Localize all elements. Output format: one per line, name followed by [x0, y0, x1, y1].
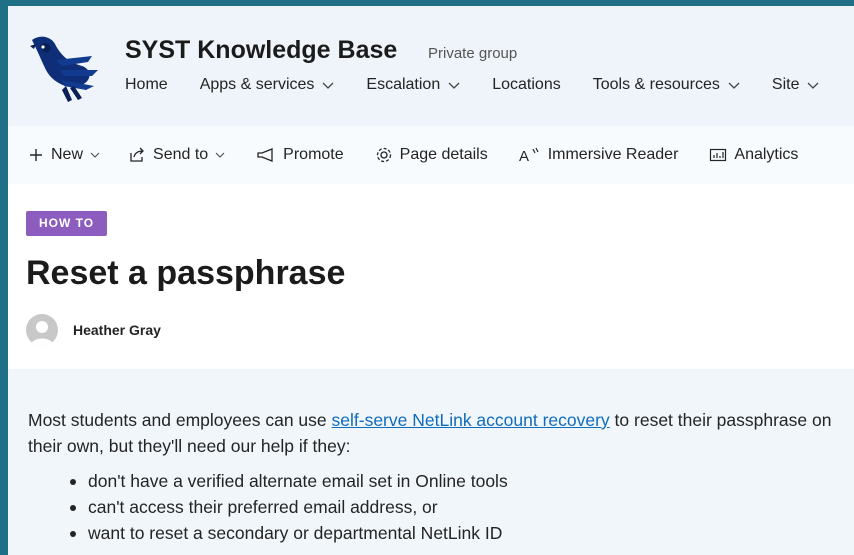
chevron-down-icon — [90, 152, 100, 158]
account-recovery-link[interactable]: self-serve NetLink account recovery — [332, 410, 610, 430]
avatar[interactable] — [26, 314, 58, 346]
sharepoint-page: SYST Knowledge Base Private group Home A… — [8, 6, 854, 555]
send-to-label: Send to — [153, 146, 209, 163]
chevron-down-icon — [322, 82, 334, 89]
site-title[interactable]: SYST Knowledge Base — [125, 36, 397, 65]
nav-item-tools-resources[interactable]: Tools & resources — [593, 76, 740, 94]
page-title: Reset a passphrase — [26, 254, 346, 292]
share-icon — [130, 147, 144, 162]
plus-icon — [30, 149, 42, 161]
promote-label: Promote — [283, 146, 344, 163]
author-byline[interactable]: Heather Gray — [26, 314, 161, 346]
nav-item-label: Apps & services — [199, 76, 315, 93]
immersive-reader-icon: A — [519, 147, 539, 163]
chevron-down-icon — [215, 152, 225, 158]
megaphone-icon — [257, 148, 273, 162]
intro-text-start: Most students and employees can use — [28, 410, 332, 430]
page-details-label: Page details — [399, 146, 488, 163]
chart-icon — [710, 148, 727, 162]
chevron-down-icon — [728, 82, 740, 89]
list-item: don't have a verified alternate email se… — [68, 468, 508, 494]
nav-item-label: Home — [125, 76, 168, 93]
page-header-area: HOW TO Reset a passphrase Heather Gray — [8, 184, 854, 369]
chevron-down-icon — [448, 82, 460, 89]
new-label: New — [51, 146, 84, 163]
promote-button[interactable]: Promote — [256, 146, 344, 164]
svg-text:A: A — [519, 148, 529, 163]
nav-item-locations[interactable]: Locations — [492, 76, 561, 94]
gear-icon — [376, 147, 391, 163]
chevron-down-icon — [808, 82, 819, 89]
site-header: SYST Knowledge Base Private group Home A… — [8, 6, 854, 126]
intro-paragraph: Most students and employees can use self… — [28, 407, 848, 459]
topic-tag[interactable]: HOW TO — [26, 211, 108, 236]
privacy-label: Private group — [428, 45, 518, 62]
list-item: can't access their preferred email addre… — [68, 494, 508, 520]
nav-item-home[interactable]: Home — [125, 76, 168, 94]
article-body: Most students and employees can use self… — [8, 369, 854, 555]
immersive-reader-button[interactable]: A Immersive Reader — [519, 146, 679, 164]
nav-item-label: Site — [771, 76, 800, 93]
nav-item-label: Tools & resources — [592, 76, 720, 93]
analytics-button[interactable]: Analytics — [709, 146, 798, 164]
bird-logo-icon[interactable] — [22, 26, 102, 106]
site-navigation: Home Apps & services Escalation Location… — [125, 76, 851, 94]
person-icon — [30, 321, 54, 346]
new-button[interactable]: New — [28, 146, 100, 164]
nav-item-label: Escalation — [366, 76, 441, 93]
page-details-button[interactable]: Page details — [375, 146, 488, 164]
nav-item-site[interactable]: Site — [772, 76, 820, 94]
list-item: want to reset a secondary or departmenta… — [68, 520, 508, 546]
requirements-list: don't have a verified alternate email se… — [68, 468, 508, 546]
nav-item-apps-services[interactable]: Apps & services — [200, 76, 335, 94]
author-name[interactable]: Heather Gray — [73, 322, 161, 338]
analytics-label: Analytics — [734, 146, 799, 163]
nav-item-escalation[interactable]: Escalation — [366, 76, 460, 94]
immersive-reader-label: Immersive Reader — [547, 146, 679, 163]
command-bar: New Send to Promote Page details A Immer… — [8, 126, 854, 185]
nav-item-label: Locations — [492, 76, 561, 93]
send-to-button[interactable]: Send to — [129, 146, 225, 164]
